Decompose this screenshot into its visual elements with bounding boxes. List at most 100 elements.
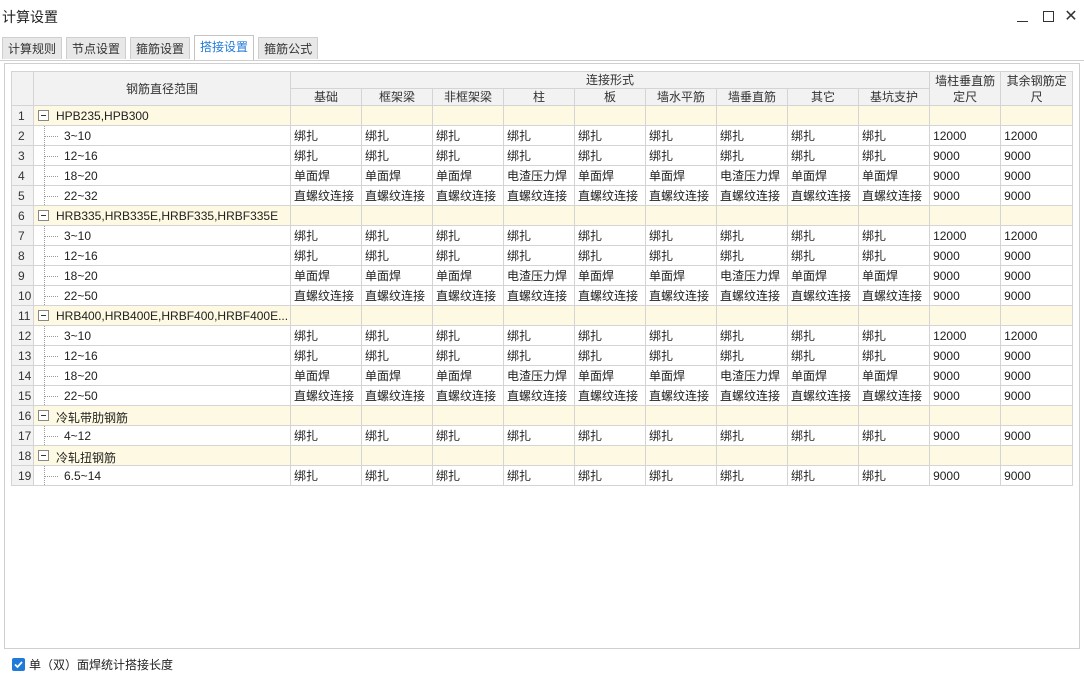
wall-length-cell[interactable]: 9000 [929, 425, 1002, 446]
tab-stirrup-formula[interactable]: 箍筋公式 [258, 37, 319, 59]
table-row[interactable]: 8 12~16 绑扎 绑扎 绑扎 绑扎 绑扎 绑扎 绑扎 绑扎 绑扎 9000 9000 [11, 245, 1074, 266]
diameter-range-cell[interactable]: 22~50 [33, 385, 291, 406]
connection-cell[interactable]: 绑扎 [432, 325, 504, 346]
connection-cell[interactable] [432, 305, 504, 326]
connection-cell[interactable]: 直螺纹连接 [361, 385, 433, 406]
connection-cell[interactable]: 绑扎 [857, 425, 931, 446]
connection-cell[interactable]: 直螺纹连接 [787, 385, 859, 406]
connection-cell[interactable]: 直螺纹连接 [787, 185, 859, 206]
connection-cell[interactable]: 绑扎 [432, 345, 504, 366]
connection-cell[interactable]: 绑扎 [503, 325, 575, 346]
connection-cell[interactable]: 绑扎 [857, 125, 931, 146]
connection-cell[interactable]: 绑扎 [787, 425, 859, 446]
diameter-range-cell[interactable]: 18~20 [33, 265, 291, 286]
table-row[interactable]: 3 12~16 绑扎 绑扎 绑扎 绑扎 绑扎 绑扎 绑扎 绑扎 绑扎 9000 9000 [11, 145, 1074, 166]
connection-cell[interactable]: 绑扎 [574, 345, 646, 366]
connection-cell[interactable]: 直螺纹连接 [645, 385, 717, 406]
other-length-cell[interactable]: 9000 [1000, 425, 1074, 446]
wall-length-cell[interactable]: 9000 [929, 285, 1002, 306]
group-row[interactable]: 11 HRB400,HRB400E,HRBF400,HRBF400E... [11, 305, 1074, 326]
connection-cell[interactable] [857, 405, 931, 426]
connection-cell[interactable]: 绑扎 [503, 425, 575, 446]
connection-cell[interactable] [503, 405, 575, 426]
wall-length-cell[interactable] [929, 445, 1002, 466]
connection-cell[interactable]: 直螺纹连接 [645, 285, 717, 306]
connection-cell[interactable]: 直螺纹连接 [432, 185, 504, 206]
connection-cell[interactable] [574, 405, 646, 426]
connection-cell[interactable] [361, 405, 433, 426]
connection-cell[interactable]: 绑扎 [645, 325, 717, 346]
connection-cell[interactable]: 直螺纹连接 [290, 185, 362, 206]
connection-cell[interactable]: 绑扎 [361, 225, 433, 246]
weld-lap-checkbox[interactable] [12, 658, 25, 671]
connection-cell[interactable]: 单面焊 [787, 165, 859, 186]
diameter-range-cell[interactable]: 22~32 [33, 185, 291, 206]
group-row[interactable]: 6 HRB335,HRB335E,HRBF335,HRBF335E [11, 205, 1074, 226]
connection-cell[interactable] [716, 445, 788, 466]
connection-cell[interactable]: 直螺纹连接 [787, 285, 859, 306]
connection-cell[interactable]: 单面焊 [361, 365, 433, 386]
connection-cell[interactable]: 电渣压力焊 [716, 165, 788, 186]
connection-cell[interactable]: 绑扎 [290, 145, 362, 166]
connection-cell[interactable] [361, 305, 433, 326]
connection-cell[interactable] [716, 405, 788, 426]
connection-cell[interactable]: 单面焊 [361, 265, 433, 286]
connection-cell[interactable] [716, 305, 788, 326]
connection-cell[interactable]: 绑扎 [361, 125, 433, 146]
connection-cell[interactable]: 绑扎 [857, 245, 931, 266]
wall-length-cell[interactable] [929, 105, 1002, 126]
connection-cell[interactable]: 绑扎 [290, 225, 362, 246]
connection-cell[interactable] [432, 445, 504, 466]
wall-length-cell[interactable]: 9000 [929, 245, 1002, 266]
connection-cell[interactable]: 绑扎 [503, 245, 575, 266]
connection-cell[interactable] [787, 305, 859, 326]
connection-cell[interactable]: 绑扎 [361, 145, 433, 166]
connection-cell[interactable]: 绑扎 [716, 225, 788, 246]
other-length-cell[interactable]: 9000 [1000, 185, 1074, 206]
other-length-cell[interactable]: 12000 [1000, 225, 1074, 246]
connection-cell[interactable]: 直螺纹连接 [857, 385, 931, 406]
diameter-range-cell[interactable]: 12~16 [33, 245, 291, 266]
grade-group-cell[interactable]: HRB400,HRB400E,HRBF400,HRBF400E... [33, 305, 291, 326]
connection-cell[interactable]: 绑扎 [857, 145, 931, 166]
connection-cell[interactable]: 绑扎 [290, 125, 362, 146]
connection-cell[interactable] [432, 105, 504, 126]
collapse-icon[interactable] [38, 450, 49, 461]
wall-length-cell[interactable]: 9000 [929, 145, 1002, 166]
connection-cell[interactable]: 直螺纹连接 [503, 185, 575, 206]
connection-cell[interactable] [645, 205, 717, 226]
connection-cell[interactable]: 绑扎 [645, 465, 717, 486]
connection-cell[interactable] [503, 105, 575, 126]
connection-cell[interactable]: 绑扎 [716, 125, 788, 146]
connection-cell[interactable]: 电渣压力焊 [503, 365, 575, 386]
diameter-range-cell[interactable]: 3~10 [33, 325, 291, 346]
connection-cell[interactable]: 绑扎 [645, 225, 717, 246]
connection-cell[interactable]: 单面焊 [645, 365, 717, 386]
connection-cell[interactable]: 绑扎 [361, 465, 433, 486]
connection-cell[interactable]: 绑扎 [290, 465, 362, 486]
connection-cell[interactable]: 绑扎 [361, 245, 433, 266]
other-length-cell[interactable] [1000, 205, 1074, 226]
other-length-cell[interactable]: 9000 [1000, 365, 1074, 386]
connection-cell[interactable]: 绑扎 [716, 145, 788, 166]
table-row[interactable]: 15 22~50 直螺纹连接 直螺纹连接 直螺纹连接 直螺纹连接 直螺纹连接 直螺纹连接 直螺纹… [11, 385, 1074, 406]
collapse-icon[interactable] [38, 310, 49, 321]
wall-length-cell[interactable]: 12000 [929, 125, 1002, 146]
connection-cell[interactable]: 直螺纹连接 [645, 185, 717, 206]
wall-length-cell[interactable]: 9000 [929, 385, 1002, 406]
connection-cell[interactable]: 直螺纹连接 [857, 185, 931, 206]
diameter-range-cell[interactable]: 6.5~14 [33, 465, 291, 486]
connection-cell[interactable]: 绑扎 [787, 225, 859, 246]
connection-cell[interactable]: 单面焊 [645, 265, 717, 286]
connection-cell[interactable]: 绑扎 [361, 345, 433, 366]
tab-lap-settings[interactable]: 搭接设置 [194, 35, 255, 60]
connection-cell[interactable]: 直螺纹连接 [716, 385, 788, 406]
connection-cell[interactable]: 直螺纹连接 [503, 385, 575, 406]
connection-cell[interactable]: 绑扎 [503, 225, 575, 246]
connection-cell[interactable]: 绑扎 [574, 125, 646, 146]
tab-node-settings[interactable]: 节点设置 [66, 37, 127, 59]
table-row[interactable]: 5 22~32 直螺纹连接 直螺纹连接 直螺纹连接 直螺纹连接 直螺纹连接 直螺纹连接 直螺纹连… [11, 185, 1074, 206]
other-length-cell[interactable] [1000, 445, 1074, 466]
table-row[interactable]: 9 18~20 单面焊 单面焊 单面焊 电渣压力焊 单面焊 单面焊 电渣压力焊 单面焊 单面焊 900… [11, 265, 1074, 286]
connection-cell[interactable]: 单面焊 [645, 165, 717, 186]
